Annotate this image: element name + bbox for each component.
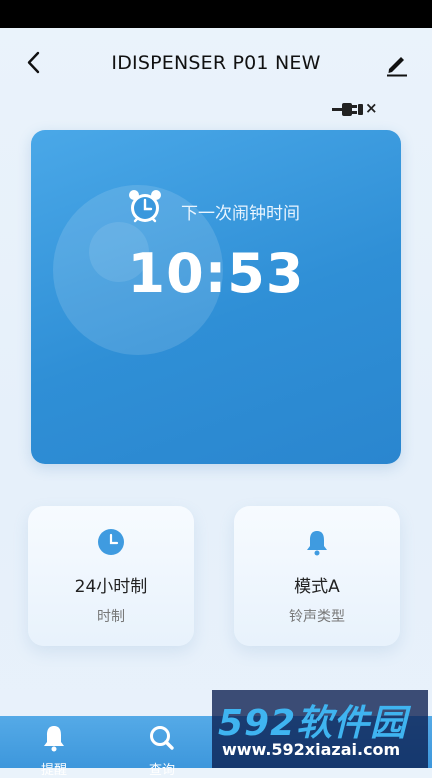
time-format-label: 时制 [97, 609, 125, 625]
nav-label-query: 查询 [148, 763, 175, 778]
page-title: IDISPENSER P01 NEW [111, 52, 321, 74]
search-icon [149, 724, 175, 752]
edit-button[interactable] [384, 48, 410, 78]
watermark: 592软件园 www.592xiazai.com [212, 690, 428, 768]
time-format-value: 24小时制 [74, 577, 148, 597]
ringtone-value: 模式A [294, 577, 340, 597]
pencil-icon [387, 57, 407, 77]
status-bar [0, 0, 432, 28]
watermark-brand: 592软件园 [218, 703, 408, 744]
connection-status: × [332, 98, 378, 120]
ringtone-card[interactable]: 模式A 铃声类型 [234, 506, 400, 646]
bell-icon [41, 724, 67, 752]
ringtone-label: 铃声类型 [289, 609, 345, 625]
watermark-url: www.592xiazai.com [222, 740, 401, 759]
nav-label-remind: 提醒 [40, 763, 67, 778]
nav-item-remind[interactable]: 提醒 [0, 716, 108, 778]
next-alarm-label: 下一次闹钟时间 [181, 204, 300, 224]
disconnected-mark: × [365, 99, 378, 117]
time-format-card[interactable]: 24小时制 时制 [28, 506, 194, 646]
alarm-clock-icon [126, 188, 164, 226]
bell-icon [303, 528, 331, 556]
clock-icon [97, 528, 125, 556]
next-alarm-time: 10:53 [127, 242, 305, 305]
header: IDISPENSER P01 NEW [0, 28, 432, 98]
alarm-card[interactable]: 下一次闹钟时间 10:53 [31, 130, 401, 464]
nav-item-query[interactable]: 查询 [108, 716, 216, 778]
